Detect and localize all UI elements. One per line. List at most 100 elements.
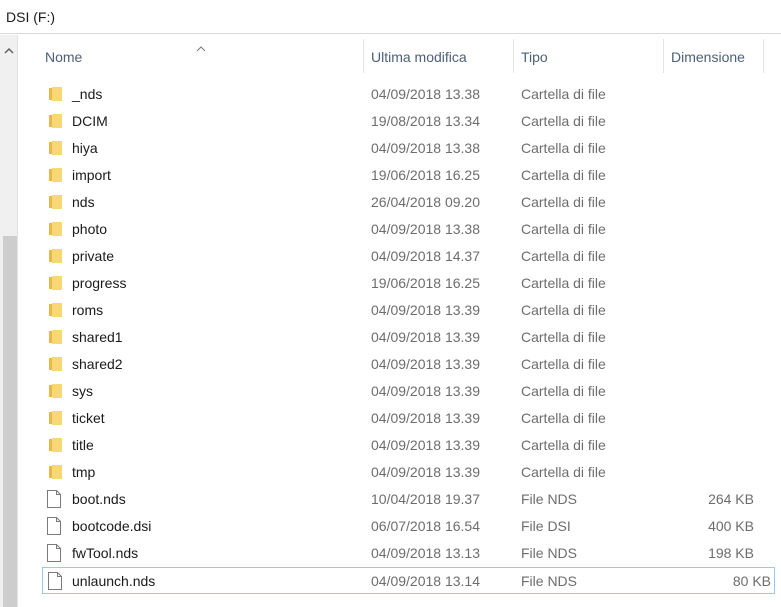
- item-date-modified: 10/04/2018 19.37: [371, 491, 480, 507]
- folder-icon: [49, 167, 63, 186]
- file-icon: [47, 544, 61, 565]
- item-date-modified: 04/09/2018 13.39: [371, 437, 480, 453]
- scroll-up-arrow-icon[interactable]: [3, 44, 15, 56]
- item-size: 198 KB: [708, 545, 754, 561]
- folder-icon: [49, 356, 63, 375]
- item-name: hiya: [72, 140, 98, 156]
- address-bar[interactable]: DSI (F:): [0, 0, 781, 34]
- list-item[interactable]: nds 26/04/2018 09.20 Cartella di file: [18, 189, 781, 216]
- item-date-modified: 04/09/2018 13.38: [371, 86, 480, 102]
- item-size: 400 KB: [708, 518, 754, 534]
- item-name: shared1: [72, 329, 123, 345]
- item-type: Cartella di file: [521, 302, 606, 318]
- item-name: DCIM: [72, 113, 108, 129]
- item-name: roms: [72, 302, 104, 318]
- item-type: Cartella di file: [521, 437, 606, 453]
- folder-icon: [49, 140, 63, 159]
- item-type: File DSI: [521, 518, 571, 534]
- list-item-selected[interactable]: unlaunch.nds 04/09/2018 13.14 File NDS 80 K…: [42, 567, 775, 594]
- item-date-modified: 04/09/2018 13.38: [371, 140, 480, 156]
- item-type: Cartella di file: [521, 356, 606, 372]
- folder-icon: [49, 383, 63, 402]
- item-type: File NDS: [521, 573, 578, 589]
- list-item[interactable]: hiya 04/09/2018 13.38 Cartella di file: [18, 135, 781, 162]
- column-header-size[interactable]: Dimensione: [671, 35, 745, 71]
- item-name: progress: [72, 275, 127, 291]
- item-date-modified: 04/09/2018 13.39: [371, 383, 480, 399]
- column-divider[interactable]: [763, 39, 764, 73]
- item-type: Cartella di file: [521, 410, 606, 426]
- list-item[interactable]: DCIM 19/08/2018 13.34 Cartella di file: [18, 108, 781, 135]
- item-type: Cartella di file: [521, 113, 606, 129]
- list-item[interactable]: title 04/09/2018 13.39 Cartella di file: [18, 432, 781, 459]
- item-type: Cartella di file: [521, 86, 606, 102]
- item-type: Cartella di file: [521, 383, 606, 399]
- item-name: boot.nds: [72, 491, 126, 507]
- list-item[interactable]: roms 04/09/2018 13.39 Cartella di file: [18, 297, 781, 324]
- item-date-modified: 04/09/2018 13.13: [371, 545, 480, 561]
- column-header-bar: Nome Ultima modifica Tipo Dimensione: [18, 35, 781, 79]
- folder-icon: [49, 437, 63, 456]
- item-name: private: [72, 248, 115, 264]
- list-item[interactable]: sys 04/09/2018 13.39 Cartella di file: [18, 378, 781, 405]
- item-name: nds: [72, 194, 95, 210]
- list-item[interactable]: private 04/09/2018 14.37 Cartella di file: [18, 243, 781, 270]
- item-type: Cartella di file: [521, 194, 606, 210]
- sort-ascending-icon: [196, 39, 206, 52]
- scrollbar-thumb[interactable]: [3, 236, 17, 607]
- item-name: sys: [72, 383, 93, 399]
- item-name: ticket: [72, 410, 105, 426]
- item-name: _nds: [72, 86, 103, 102]
- item-type: File NDS: [521, 545, 578, 561]
- item-date-modified: 04/09/2018 13.39: [371, 302, 480, 318]
- item-date-modified: 19/06/2018 16.25: [371, 275, 480, 291]
- item-date-modified: 04/09/2018 13.39: [371, 464, 480, 480]
- list-item[interactable]: boot.nds 10/04/2018 19.37 File NDS 264 KB: [18, 486, 781, 513]
- item-date-modified: 04/09/2018 14.37: [371, 248, 480, 264]
- item-name: title: [72, 437, 94, 453]
- item-date-modified: 04/09/2018 13.39: [371, 356, 480, 372]
- item-date-modified: 04/09/2018 13.39: [371, 410, 480, 426]
- item-date-modified: 04/09/2018 13.38: [371, 221, 480, 237]
- column-header-modified[interactable]: Ultima modifica: [371, 35, 467, 71]
- folder-icon: [49, 248, 63, 267]
- column-divider[interactable]: [363, 39, 364, 73]
- folder-icon: [49, 464, 63, 483]
- folder-icon: [49, 194, 63, 213]
- item-date-modified: 04/09/2018 13.39: [371, 329, 480, 345]
- list-item[interactable]: shared1 04/09/2018 13.39 Cartella di file: [18, 324, 781, 351]
- list-item[interactable]: bootcode.dsi 06/07/2018 16.54 File DSI 400 …: [18, 513, 781, 540]
- list-item[interactable]: ticket 04/09/2018 13.39 Cartella di file: [18, 405, 781, 432]
- folder-icon: [49, 86, 63, 105]
- column-divider[interactable]: [513, 39, 514, 73]
- item-name: shared2: [72, 356, 123, 372]
- item-name: import: [72, 167, 111, 183]
- navigation-pane-scrollbar[interactable]: [0, 35, 18, 607]
- address-path[interactable]: DSI (F:): [6, 9, 55, 25]
- list-item[interactable]: _nds 04/09/2018 13.38 Cartella di file: [18, 81, 781, 108]
- item-size: 80 KB: [732, 573, 771, 589]
- column-divider[interactable]: [663, 39, 664, 73]
- folder-icon: [49, 275, 63, 294]
- list-item[interactable]: progress 19/06/2018 16.25 Cartella di file: [18, 270, 781, 297]
- item-type: Cartella di file: [521, 221, 606, 237]
- item-name: tmp: [72, 464, 96, 480]
- item-date-modified: 19/08/2018 13.34: [371, 113, 480, 129]
- list-item[interactable]: tmp 04/09/2018 13.39 Cartella di file: [18, 459, 781, 486]
- folder-icon: [49, 113, 63, 132]
- item-type: Cartella di file: [521, 248, 606, 264]
- item-date-modified: 19/06/2018 16.25: [371, 167, 480, 183]
- list-item[interactable]: photo 04/09/2018 13.38 Cartella di file: [18, 216, 781, 243]
- list-item[interactable]: import 19/06/2018 16.25 Cartella di file: [18, 162, 781, 189]
- file-icon: [47, 490, 61, 511]
- list-item[interactable]: fwTool.nds 04/09/2018 13.13 File NDS 198 KB: [18, 540, 781, 567]
- item-type: Cartella di file: [521, 140, 606, 156]
- item-name: photo: [72, 221, 108, 237]
- item-name: bootcode.dsi: [72, 518, 152, 534]
- item-type: Cartella di file: [521, 329, 606, 345]
- column-header-name[interactable]: Nome: [45, 35, 82, 71]
- column-header-type[interactable]: Tipo: [521, 35, 548, 71]
- folder-icon: [49, 329, 63, 348]
- list-item[interactable]: shared2 04/09/2018 13.39 Cartella di file: [18, 351, 781, 378]
- item-date-modified: 04/09/2018 13.14: [371, 573, 480, 589]
